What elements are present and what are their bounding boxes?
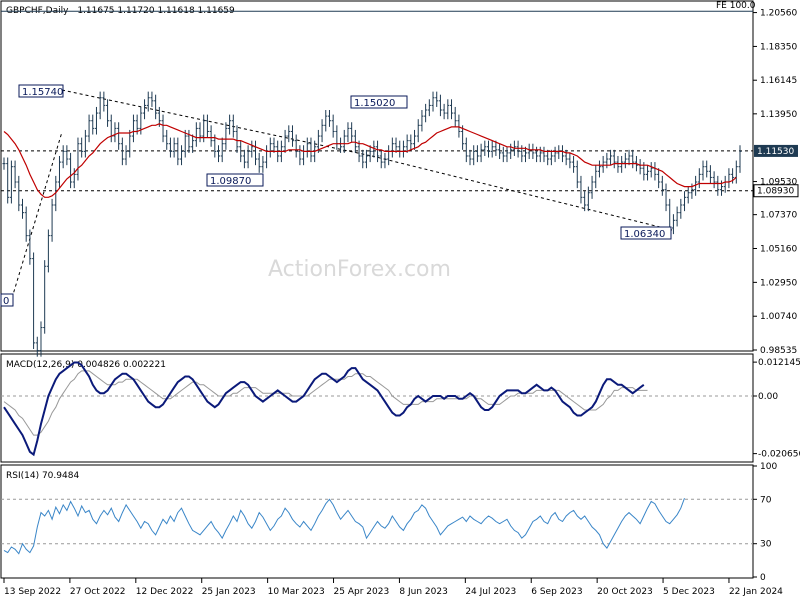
price-tick-label: 1.20560 — [760, 9, 797, 19]
price-tick-label: 0.98535 — [760, 346, 797, 356]
date-tick-label: 8 Jun 2023 — [399, 587, 447, 597]
level-box-low-1: 1.09870 — [206, 173, 264, 187]
rsi-tick-label: 70 — [760, 495, 772, 505]
rsi-tick-label: 30 — [760, 540, 772, 550]
macd-tick-label: -0.020656 — [758, 450, 800, 460]
level-low-2: 1.06340 — [624, 229, 665, 240]
macd-title: MACD(12,26,9) 0.004826 0.002221 — [6, 360, 166, 370]
rsi-tick-label: 100 — [760, 462, 777, 472]
level-high-1: 1.15740 — [22, 87, 63, 98]
date-tick-label: 12 Dec 2022 — [136, 587, 194, 597]
date-tick-label: 27 Oct 2022 — [70, 587, 126, 597]
date-tick-label: 20 Oct 2023 — [597, 587, 653, 597]
fe-100-label: FE 100.0 — [716, 1, 756, 11]
macd-axis: 0.012145 0.00 -0.020656 — [753, 358, 800, 460]
date-tick-label: 6 Sep 2023 — [531, 587, 582, 597]
price-tick-label: 1.16145 — [760, 76, 797, 86]
price-tick-label: 1.02950 — [760, 278, 797, 288]
date-tick-label: 25 Jan 2023 — [202, 587, 256, 597]
level-high-2: 1.15020 — [354, 98, 395, 109]
current-price-tag: 1.11530 — [754, 144, 798, 157]
rsi-title: RSI(14) 70.9484 — [6, 471, 79, 481]
date-tick-label: 24 Jul 2023 — [465, 587, 516, 597]
price-panel — [0, 0, 754, 352]
macd-tick-label: 0.012145 — [758, 358, 800, 368]
date-tick-label: 10 Mar 2023 — [268, 587, 325, 597]
current-price-value: 1.11530 — [757, 147, 794, 157]
price-tick-label: 1.13950 — [760, 110, 797, 120]
date-tick-label: 13 Sep 2022 — [4, 587, 61, 597]
gbpchf-chart: ActionForex.com GBPCHF,Daily 1.11675 1.1… — [0, 0, 800, 597]
level-low-1: 1.09870 — [210, 176, 251, 187]
rsi-tick-label: 0 — [760, 573, 766, 583]
watermark: ActionForex.com — [268, 257, 451, 282]
date-axis: 13 Sep 2022 27 Oct 2022 12 Dec 2022 25 Jan … — [3, 578, 783, 597]
level-box-high-2: 1.15020 — [350, 95, 408, 109]
date-tick-label: 25 Apr 2023 — [334, 587, 390, 597]
level-box-low-0: 0 — [0, 293, 14, 307]
date-tick-label: 5 Dec 2023 — [663, 587, 715, 597]
macd-panel — [0, 353, 754, 463]
support-price-tag: 1.08930 — [753, 184, 799, 198]
macd-tick-label: 0.00 — [758, 392, 778, 402]
rsi-axis: 100 70 30 0 — [753, 462, 777, 583]
price-axis: 1.205601.183501.161451.139501.095301.073… — [753, 9, 797, 356]
date-tick-label: 22 Jan 2024 — [729, 587, 783, 597]
level-box-low-2: 1.06340 — [620, 226, 672, 240]
support-price-value: 1.08930 — [757, 187, 794, 197]
price-tick-label: 1.18350 — [760, 42, 797, 52]
level-low-0: 0 — [3, 296, 9, 307]
price-tick-label: 1.07370 — [760, 211, 797, 221]
price-tick-label: 1.00740 — [760, 312, 797, 322]
price-tick-label: 1.05160 — [760, 245, 797, 255]
level-box-high-1: 1.15740 — [18, 84, 64, 98]
